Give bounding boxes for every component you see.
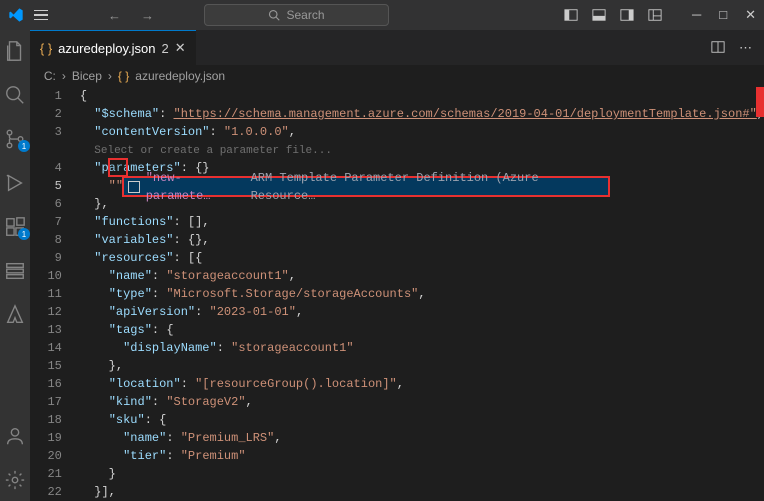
scm-badge: 1 <box>18 140 30 152</box>
breadcrumb-folder: Bicep <box>72 69 102 83</box>
source-control-icon[interactable]: 1 <box>4 128 26 150</box>
maximize-icon[interactable]: □ <box>719 7 727 23</box>
ext-badge: 1 <box>18 228 30 240</box>
line-gutter: 123456789101112131415161718192021222324 <box>30 87 80 501</box>
chevron-icon: › <box>62 69 66 83</box>
search-icon[interactable] <box>4 84 26 106</box>
breadcrumb-file: azuredeploy.json <box>135 69 225 83</box>
tab-azuredeploy[interactable]: { } azuredeploy.json 2 ✕ <box>30 30 196 65</box>
layout-sidebar-right-icon[interactable] <box>620 8 634 22</box>
command-center-search[interactable]: Search <box>204 4 389 26</box>
azure-icon[interactable] <box>4 304 26 326</box>
breadcrumb-root: C: <box>44 69 56 83</box>
overview-ruler-error <box>756 87 764 117</box>
chevron-icon: › <box>108 69 112 83</box>
tab-bar: { } azuredeploy.json 2 ✕ ⋯ <box>30 30 764 65</box>
nav-back-icon[interactable]: ← <box>108 8 121 23</box>
explorer-icon[interactable] <box>4 40 26 62</box>
cursor-highlight <box>108 158 128 177</box>
breadcrumb[interactable]: C: › Bicep › { } azuredeploy.json <box>30 65 764 87</box>
editor-group: { } azuredeploy.json 2 ✕ ⋯ C: › Bicep › … <box>30 30 764 501</box>
snippet-icon <box>128 181 140 193</box>
activity-bar: 1 1 <box>0 30 30 501</box>
layout-sidebar-left-icon[interactable] <box>564 8 578 22</box>
tab-close-icon[interactable]: ✕ <box>175 40 186 56</box>
split-editor-icon[interactable] <box>711 40 725 54</box>
more-actions-icon[interactable]: ⋯ <box>739 40 752 56</box>
parameter-file-hint: Select or create a parameter file... <box>94 145 332 157</box>
settings-gear-icon[interactable] <box>4 469 26 491</box>
menu-button[interactable] <box>34 10 48 21</box>
search-placeholder: Search <box>286 8 324 22</box>
layout-customize-icon[interactable] <box>648 8 662 22</box>
vscode-logo-icon <box>8 7 24 23</box>
run-debug-icon[interactable] <box>4 172 26 194</box>
code-editor[interactable]: 123456789101112131415161718192021222324 … <box>30 87 764 501</box>
title-bar: ← → Search ─ □ ✕ <box>0 0 764 30</box>
intellisense-popup[interactable]: "new-paramete… ARM Template Parameter De… <box>122 176 610 197</box>
extensions-icon[interactable]: 1 <box>4 216 26 238</box>
search-icon <box>268 9 280 21</box>
tab-modified-count: 2 <box>162 41 169 56</box>
tab-filename: azuredeploy.json <box>58 41 155 56</box>
remote-icon[interactable] <box>4 260 26 282</box>
suggest-label: "new-paramete… <box>146 169 245 205</box>
nav-forward-icon[interactable]: → <box>141 8 154 23</box>
code-content[interactable]: { "$schema": "https://schema.management.… <box>80 87 764 501</box>
minimize-icon[interactable]: ─ <box>692 7 701 23</box>
accounts-icon[interactable] <box>4 425 26 447</box>
suggest-description: ARM Template Parameter Definition (Azure… <box>251 169 604 205</box>
layout-panel-icon[interactable] <box>592 8 606 22</box>
close-icon[interactable]: ✕ <box>745 7 756 23</box>
